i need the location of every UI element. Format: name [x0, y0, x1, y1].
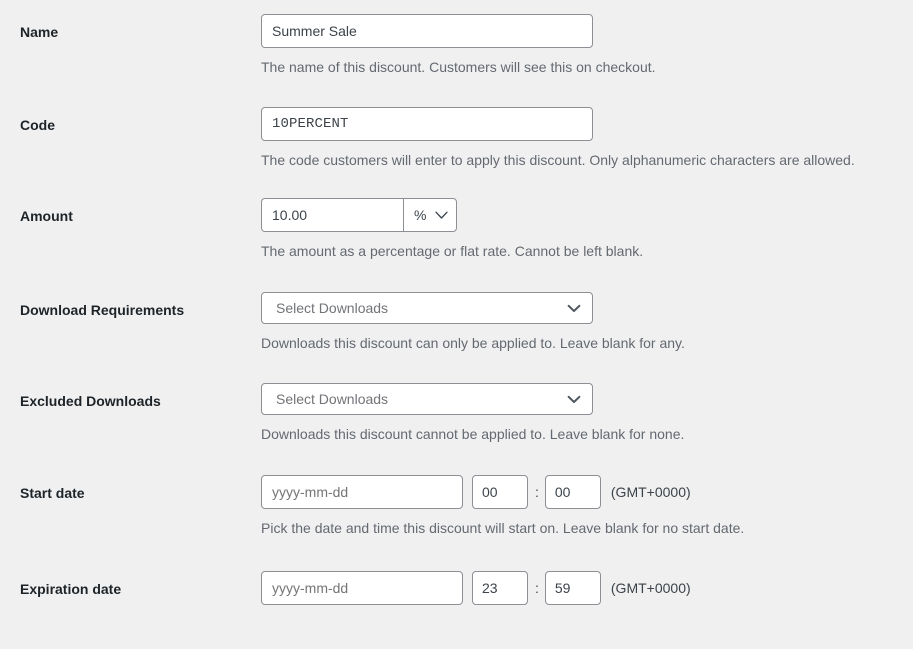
amount-input-group: % — [261, 198, 457, 232]
amount-unit-select[interactable]: % — [403, 198, 457, 232]
control-name: The name of this discount. Customers wil… — [261, 14, 913, 79]
chevron-down-icon — [567, 391, 581, 407]
field-row-expiration-date: Expiration date : (GMT+0000) — [0, 571, 913, 605]
expiration-date-time-separator: : — [535, 580, 539, 596]
download-requirements-help-text: Downloads this discount can only be appl… — [261, 333, 881, 355]
control-amount: % The amount as a percentage or flat rat… — [261, 198, 913, 263]
label-amount: Amount — [0, 198, 261, 227]
code-input[interactable] — [261, 107, 593, 141]
start-date-time-separator: : — [535, 484, 539, 500]
field-row-download-requirements: Download Requirements Select Downloads D… — [0, 292, 913, 355]
amount-unit-value: % — [414, 207, 426, 223]
code-help-text: The code customers will enter to apply t… — [261, 150, 881, 172]
label-download-requirements: Download Requirements — [0, 292, 261, 321]
label-expiration-date: Expiration date — [0, 571, 261, 600]
start-date-timezone-label: (GMT+0000) — [611, 484, 691, 500]
download-requirements-selected-value: Select Downloads — [276, 300, 388, 316]
label-name: Name — [0, 14, 261, 43]
label-excluded-downloads: Excluded Downloads — [0, 383, 261, 412]
chevron-down-icon — [567, 300, 581, 316]
expiration-date-input[interactable] — [261, 571, 463, 605]
field-row-excluded-downloads: Excluded Downloads Select Downloads Down… — [0, 383, 913, 446]
name-help-text: The name of this discount. Customers wil… — [261, 57, 881, 79]
start-date-inputs: : (GMT+0000) — [261, 475, 893, 509]
expiration-date-hour-input[interactable] — [472, 571, 528, 605]
control-start-date: : (GMT+0000) Pick the date and time this… — [261, 475, 913, 540]
start-date-input[interactable] — [261, 475, 463, 509]
amount-input[interactable] — [261, 198, 403, 232]
expiration-date-minute-input[interactable] — [545, 571, 601, 605]
name-input[interactable] — [261, 14, 593, 48]
field-row-name: Name The name of this discount. Customer… — [0, 14, 913, 79]
start-date-help-text: Pick the date and time this discount wil… — [261, 518, 881, 540]
control-expiration-date: : (GMT+0000) — [261, 571, 913, 605]
field-row-code: Code The code customers will enter to ap… — [0, 107, 913, 172]
expiration-date-timezone-label: (GMT+0000) — [611, 580, 691, 596]
excluded-downloads-selected-value: Select Downloads — [276, 391, 388, 407]
start-date-minute-input[interactable] — [545, 475, 601, 509]
start-date-hour-input[interactable] — [472, 475, 528, 509]
expiration-date-inputs: : (GMT+0000) — [261, 571, 893, 605]
discount-settings-form: Name The name of this discount. Customer… — [0, 0, 913, 605]
excluded-downloads-select[interactable]: Select Downloads — [261, 383, 593, 415]
excluded-downloads-help-text: Downloads this discount cannot be applie… — [261, 424, 881, 446]
chevron-down-icon — [435, 207, 448, 223]
label-start-date: Start date — [0, 475, 261, 504]
control-excluded-downloads: Select Downloads Downloads this discount… — [261, 383, 913, 446]
field-row-start-date: Start date : (GMT+0000) Pick the date an… — [0, 475, 913, 540]
download-requirements-select[interactable]: Select Downloads — [261, 292, 593, 324]
amount-help-text: The amount as a percentage or flat rate.… — [261, 241, 881, 263]
field-row-amount: Amount % The amount as a percentage or f… — [0, 198, 913, 263]
label-code: Code — [0, 107, 261, 136]
control-download-requirements: Select Downloads Downloads this discount… — [261, 292, 913, 355]
control-code: The code customers will enter to apply t… — [261, 107, 913, 172]
